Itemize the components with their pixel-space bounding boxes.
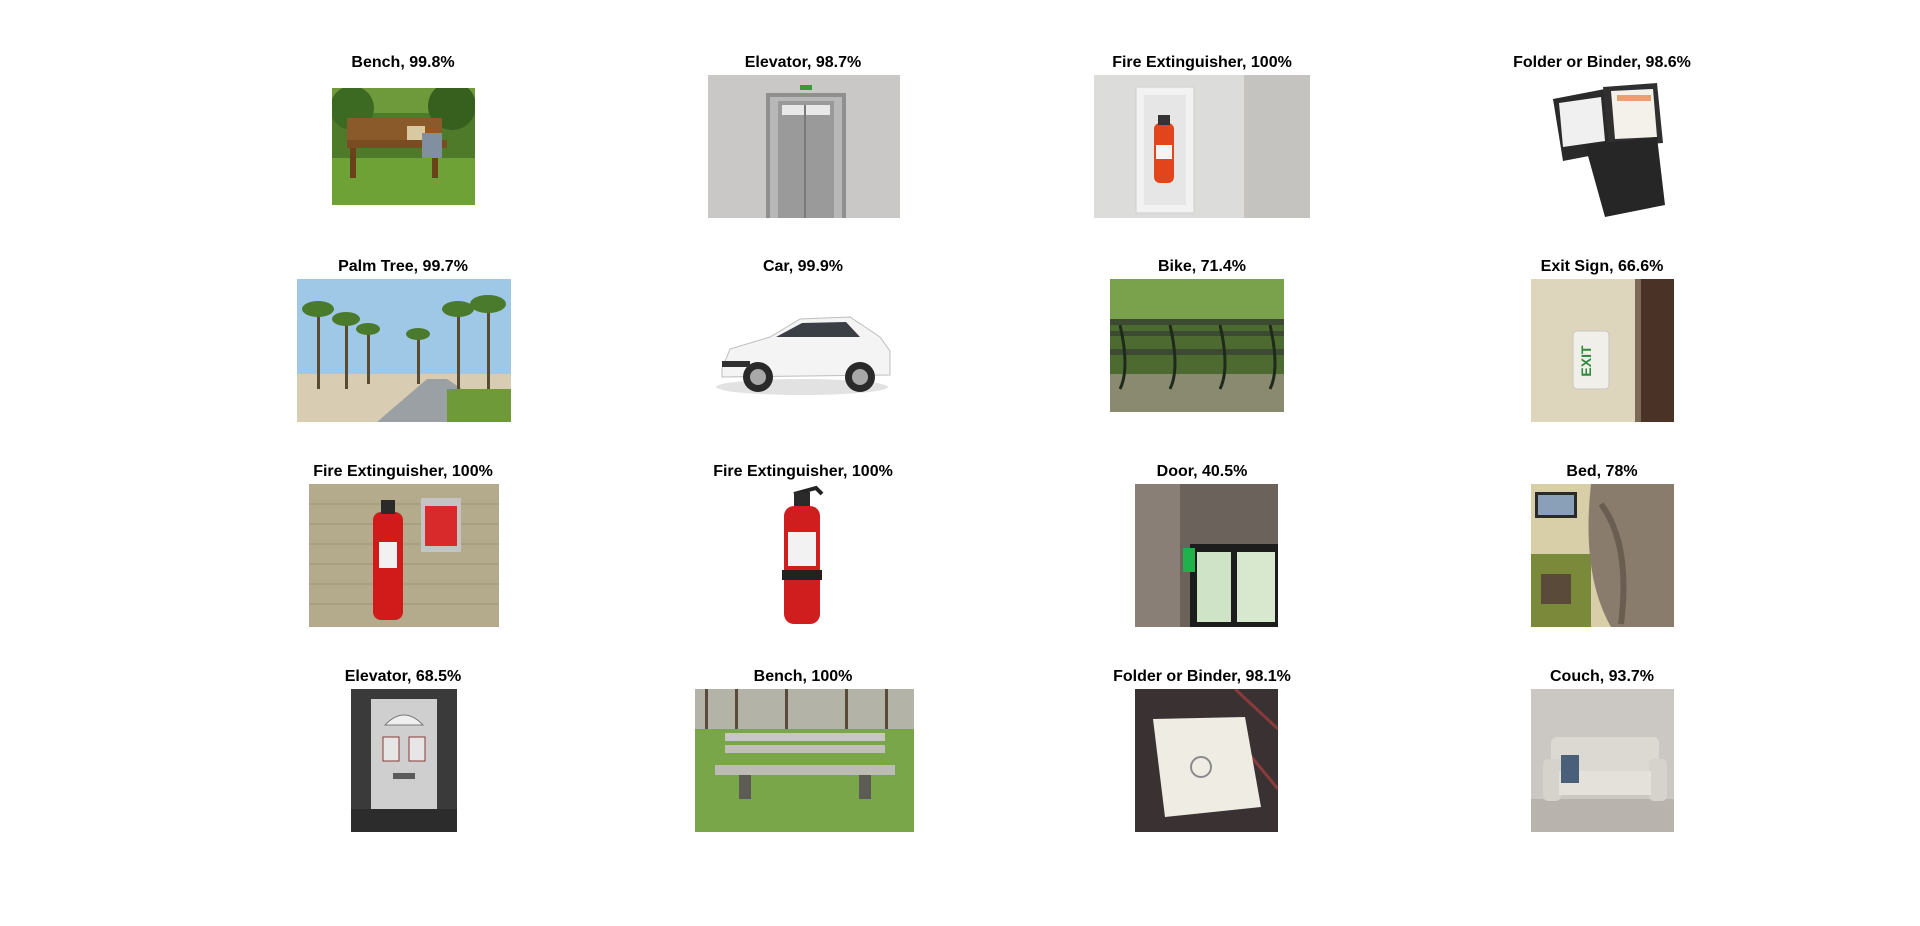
panel-title: Door, 40.5% [1156,463,1248,480]
panel-elevator-2: Elevator, 68.5% [238,668,568,858]
panel-title: Bike, 71.4% [1157,258,1247,275]
panel-title: Bench, 100% [753,668,853,685]
panel-title: Elevator, 68.5% [344,668,462,685]
panel-bed: Bed, 78% [1437,463,1767,653]
panel-title: Fire Extinguisher, 100% [1112,54,1292,71]
white-car-image [710,279,896,422]
extinguisher-isolated-image [774,484,832,627]
panel-extinguisher-3: Fire Extinguisher, 100% [638,463,968,653]
black-folder-image [1545,81,1669,218]
panel-door: Door, 40.5% [1037,463,1367,653]
panel-couch: Couch, 93.7% [1437,668,1767,858]
extinguisher-brick-image [309,484,499,627]
image-montage: Bench, 99.8% Elevator, 98.7% Fire Exting… [0,0,1920,926]
panel-folder-1: Folder or Binder, 98.6% [1437,54,1767,244]
panel-title: Bed, 78% [1566,463,1638,480]
panel-title: Elevator, 98.7% [744,54,862,71]
panel-bike: Bike, 71.4% [1037,258,1367,448]
blanket-room-image [1531,484,1674,627]
bench-garden-image [332,88,475,205]
park-benches-image [1110,279,1284,412]
panel-title: Fire Extinguisher, 100% [313,463,493,480]
exit-sign-image: EXIT [1531,279,1674,422]
panel-title: Bench, 99.8% [351,54,455,71]
panel-bench-2: Bench, 100% [638,668,968,858]
bench-meadow-image [695,689,914,832]
panel-title: Fire Extinguisher, 100% [713,463,893,480]
svg-text:EXIT: EXIT [1578,345,1594,377]
palm-trees-image [297,279,511,422]
front-door-image [351,689,457,832]
panel-folder-2: Folder or Binder, 98.1% [1037,668,1367,858]
sofa-image [1531,689,1674,832]
panel-extinguisher-2: Fire Extinguisher, 100% [238,463,568,653]
panel-title: Palm Tree, 99.7% [338,258,468,275]
room-window-image [1135,484,1278,627]
elevator-image [708,75,900,218]
panel-palm-tree: Palm Tree, 99.7% [238,258,568,448]
white-folder-image [1135,689,1278,832]
panel-exit-sign: Exit Sign, 66.6% EXIT [1437,258,1767,448]
extinguisher-cabinet-image [1094,75,1310,218]
panel-elevator-1: Elevator, 98.7% [638,54,968,244]
panel-title: Folder or Binder, 98.6% [1513,54,1691,71]
panel-title: Couch, 93.7% [1549,668,1655,685]
panel-car: Car, 99.9% [638,258,968,448]
panel-title: Car, 99.9% [762,258,844,275]
panel-bench-1: Bench, 99.8% [238,54,568,244]
panel-title: Folder or Binder, 98.1% [1113,668,1291,685]
panel-extinguisher-1: Fire Extinguisher, 100% [1037,54,1367,244]
panel-title: Exit Sign, 66.6% [1540,258,1664,275]
